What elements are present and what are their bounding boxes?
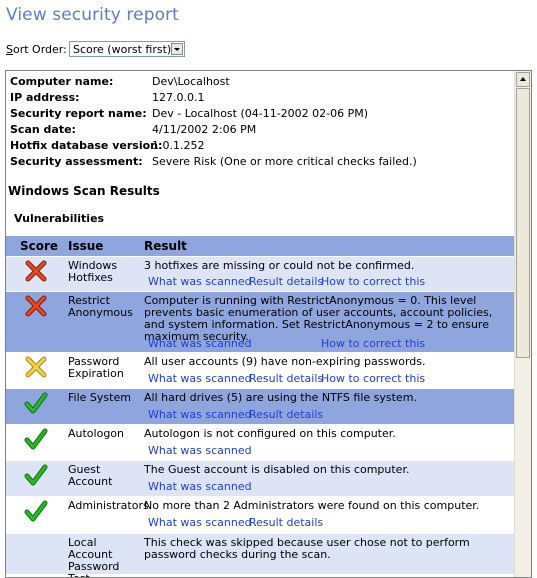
scrollbar-thumb[interactable] (516, 88, 530, 358)
issue-label: Password Expiration (68, 355, 124, 380)
info-key: Hotfix database version: (10, 139, 163, 152)
sort-order-value: Score (worst first) (73, 43, 172, 56)
result-text: No more than 2 Administrators were found… (144, 499, 480, 512)
info-value: 127.0.0.1 (152, 91, 205, 104)
result-details-link[interactable]: Result details (249, 276, 323, 288)
result-text: All hard drives (5) are using the NTFS f… (144, 391, 417, 404)
result-text: All user accounts (9) have non-expiring … (144, 355, 426, 368)
table-row: Administrators No more than 2 Administra… (6, 496, 516, 533)
result-text: The Guest account is disabled on this co… (144, 463, 410, 476)
red-x-icon (25, 260, 47, 282)
info-key: IP address: (10, 91, 80, 104)
report-content: Computer name: Dev\Localhost IP address:… (6, 71, 516, 577)
info-key: Security report name: (10, 107, 147, 120)
table-row: Guest Account The Guest account is disab… (6, 460, 516, 496)
what-was-scanned-link[interactable]: What was scanned (148, 276, 252, 288)
info-key: Scan date: (10, 123, 76, 136)
result-details-link[interactable]: Result details (249, 409, 323, 421)
table-row: Windows Hotfixes 3 hotfixes are missing … (6, 256, 516, 291)
result-text: Computer is running with RestrictAnonymo… (144, 294, 493, 343)
result-text: This check was skipped because user chos… (144, 536, 470, 561)
issue-label: Guest Account (68, 463, 113, 488)
green-check-icon (24, 392, 48, 414)
header-issue: Issue (68, 239, 104, 253)
table-row: Password Expiration All user accounts (9… (6, 352, 516, 388)
report-frame: Computer name: Dev\Localhost IP address:… (5, 70, 532, 578)
info-key: Security assessment: (10, 155, 143, 168)
what-was-scanned-link[interactable]: What was scanned (148, 338, 252, 350)
issue-label: Autologon (68, 427, 125, 440)
vulnerabilities-heading: Vulnerabilities (14, 212, 105, 225)
yellow-x-icon (25, 356, 47, 378)
info-value: 4/11/2002 2:06 PM (152, 123, 257, 136)
sort-order-label: Sort Order: (6, 43, 67, 56)
result-text: 3 hotfixes are missing or could not be c… (144, 259, 415, 272)
page-title: View security report (6, 5, 179, 25)
sort-order-select[interactable]: Score (worst first) (69, 41, 185, 57)
how-to-correct-link[interactable]: How to correct this (321, 338, 425, 350)
info-value: Dev - Localhost (04-11-2002 02-06 PM) (152, 107, 369, 120)
table-row: Restrict Anonymous Computer is running w… (6, 291, 516, 352)
chevron-down-icon[interactable] (171, 43, 183, 55)
info-value: Severe Risk (One or more critical checks… (152, 155, 417, 168)
green-check-icon (24, 464, 48, 486)
vulnerabilities-table: Score Issue Result Windows Hotfixes 3 ho… (6, 236, 516, 577)
table-row: Local Account Password Test This check w… (6, 533, 516, 577)
what-was-scanned-link[interactable]: What was scanned (148, 517, 252, 529)
info-value: Dev\Localhost (152, 75, 230, 88)
scan-results-heading: Windows Scan Results (8, 184, 160, 198)
what-was-scanned-link[interactable]: What was scanned (148, 445, 252, 457)
table-header: Score Issue Result (6, 236, 516, 256)
green-check-icon (24, 428, 48, 450)
issue-label: File System (68, 391, 131, 404)
info-key: Computer name: (10, 75, 114, 88)
header-score: Score (20, 239, 59, 253)
what-was-scanned-link[interactable]: What was scanned (148, 409, 252, 421)
scroll-up-icon[interactable] (516, 72, 530, 87)
info-value: 1.0.1.252 (152, 139, 205, 152)
result-details-link[interactable]: Result details (249, 517, 323, 529)
issue-label: Administrators (68, 499, 149, 512)
table-row: File System All hard drives (5) are usin… (6, 388, 516, 424)
result-details-link[interactable]: Result details (249, 373, 323, 385)
green-check-icon (24, 500, 48, 522)
how-to-correct-link[interactable]: How to correct this (321, 373, 425, 385)
table-row: Autologon Autologon is not configured on… (6, 424, 516, 460)
how-to-correct-link[interactable]: How to correct this (321, 276, 425, 288)
header-result: Result (144, 239, 187, 253)
vertical-scrollbar[interactable] (514, 71, 531, 577)
red-x-icon (25, 295, 47, 317)
what-was-scanned-link[interactable]: What was scanned (148, 373, 252, 385)
issue-label: Local Account Password Test (68, 536, 120, 578)
what-was-scanned-link[interactable]: What was scanned (148, 481, 252, 493)
issue-label: Restrict Anonymous (68, 294, 133, 319)
issue-label: Windows Hotfixes (68, 259, 118, 284)
result-text: Autologon is not configured on this comp… (144, 427, 396, 440)
